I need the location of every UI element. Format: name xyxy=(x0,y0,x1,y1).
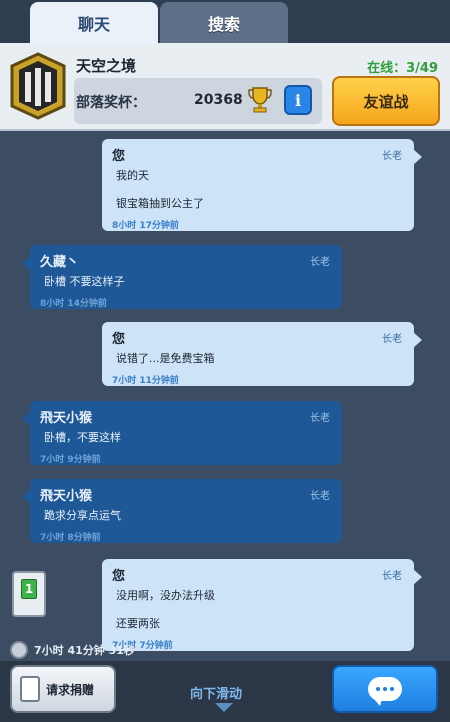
clan-trophy-box: 部落奖杯： 20368 i xyxy=(74,78,322,124)
request-label: 请求捐赠 xyxy=(46,682,95,697)
message-time: 7小时 7分钟前 xyxy=(112,641,173,651)
online-count: 在线：3/49 xyxy=(367,57,438,76)
request-donation-button[interactable]: 请求捐赠 xyxy=(10,665,116,713)
card-level: 1 xyxy=(21,579,37,599)
tab-chat[interactable]: 聊天 xyxy=(30,2,158,44)
open-chat-button[interactable] xyxy=(332,665,438,713)
sender-role: 长老 xyxy=(382,334,402,345)
clan-header: 天空之境 在线：3/49 部落奖杯： 20368 i 友谊战 xyxy=(0,43,450,131)
message-line: 银宝箱抽到公主了 xyxy=(116,197,204,210)
sender-role: 长老 xyxy=(382,151,402,162)
chat-message: 您 长老 没用啊，没办法升级 还要两张 7小时 7分钟前 xyxy=(102,559,422,651)
sender-role: 长老 xyxy=(310,491,330,502)
message-sender: 您 xyxy=(112,149,126,164)
message-time: 8小时 17分钟前 xyxy=(112,221,179,231)
message-sender: 飛天小猴 xyxy=(40,489,93,504)
message-sender: 久藏丶 xyxy=(40,255,80,270)
message-spacer xyxy=(116,604,404,616)
bottom-bar: 请求捐赠 向下滑动 xyxy=(0,661,450,722)
clan-info-button[interactable]: i xyxy=(284,85,312,115)
request-timer: 7小时 41分钟 31秒 xyxy=(10,640,135,660)
message-line: 没用啊，没办法升级 xyxy=(116,589,215,602)
card-icon xyxy=(20,676,40,702)
tab-search[interactable]: 搜索 xyxy=(160,2,288,44)
trophy-icon xyxy=(248,87,272,113)
friendly-battle-button[interactable]: 友谊战 xyxy=(332,76,440,126)
message-spacer xyxy=(116,184,404,196)
trophy-count: 20368 xyxy=(194,92,243,108)
message-sender: 飛天小猴 xyxy=(40,411,93,426)
clan-name: 天空之境 xyxy=(76,57,137,75)
sender-role: 长老 xyxy=(310,413,330,424)
message-line: 跪求分享点运气 xyxy=(44,509,121,522)
message-line: 还要两张 xyxy=(116,617,160,630)
online-value: 3/49 xyxy=(406,61,438,76)
chat-bubble-icon xyxy=(368,677,402,706)
chat-message: 飛天小猴 长老 跪求分享点运气 7小时 8分钟前 xyxy=(22,479,342,543)
chat-feed[interactable]: 您 长老 我的天 银宝箱抽到公主了 8小时 17分钟前 久藏丶 长老 卧槽 不要… xyxy=(0,131,450,661)
trophy-label: 部落奖杯： xyxy=(76,95,146,111)
chat-message: 飛天小猴 长老 卧槽，不要这样 7小时 9分钟前 xyxy=(22,401,342,465)
timer-text: 7小时 41分钟 31秒 xyxy=(34,644,135,657)
tab-bar: 聊天 搜索 xyxy=(0,0,450,44)
chat-message: 久藏丶 长老 卧槽 不要这样子 8小时 14分钟前 xyxy=(22,245,342,309)
message-time: 7小时 8分钟前 xyxy=(40,533,101,543)
scroll-down-label[interactable]: 向下滑动 xyxy=(190,683,242,702)
sender-role: 长老 xyxy=(382,571,402,582)
message-sender: 您 xyxy=(112,332,126,347)
message-line: 卧槽 不要这样子 xyxy=(44,275,125,288)
message-time: 7小时 11分钟前 xyxy=(112,376,179,386)
message-line: 我的天 xyxy=(116,169,149,182)
chat-message: 您 长老 说错了...是免费宝箱 7小时 11分钟前 xyxy=(102,322,422,386)
clan-badge-icon[interactable] xyxy=(10,52,66,120)
chat-message: 您 长老 我的天 银宝箱抽到公主了 8小时 17分钟前 xyxy=(102,139,422,231)
online-label: 在线： xyxy=(367,61,407,76)
message-line: 说错了...是免费宝箱 xyxy=(116,352,215,365)
message-line: 卧槽，不要这样 xyxy=(44,431,121,444)
message-time: 7小时 9分钟前 xyxy=(40,455,101,465)
chevron-down-icon[interactable] xyxy=(215,703,233,712)
clock-icon xyxy=(10,641,28,659)
message-time: 8小时 14分钟前 xyxy=(40,299,107,309)
message-sender: 您 xyxy=(112,569,126,584)
sender-role: 长老 xyxy=(310,257,330,268)
requested-card-icon[interactable]: 1 xyxy=(12,571,46,617)
